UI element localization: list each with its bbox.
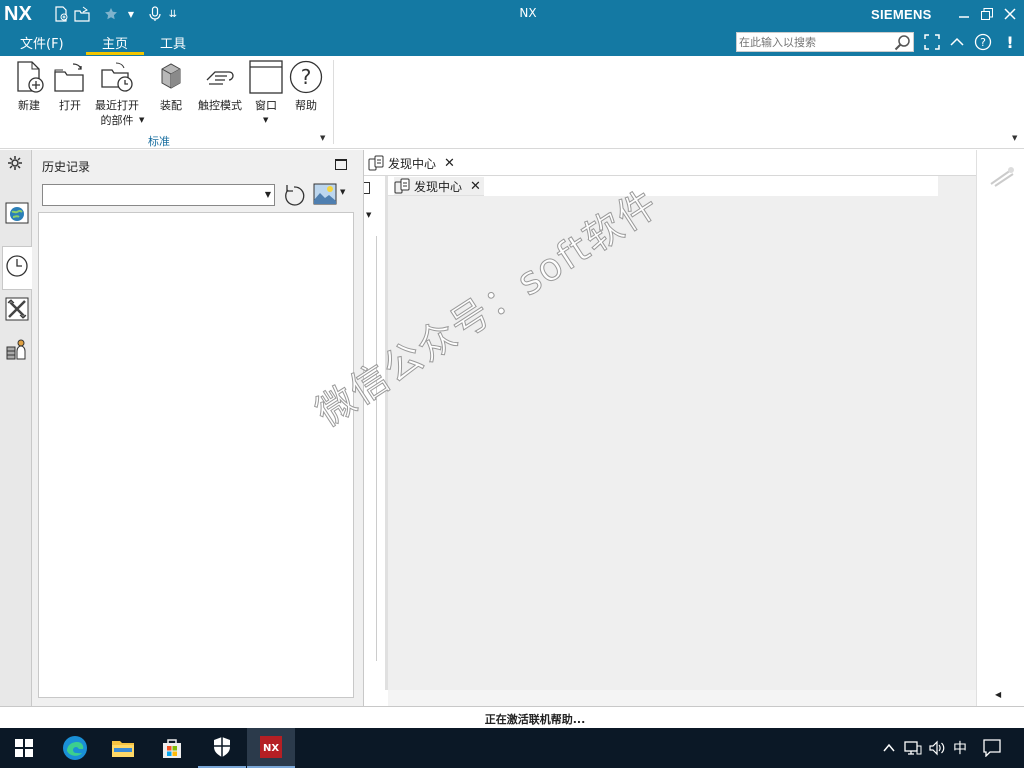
assembly-icon bbox=[161, 63, 181, 89]
search-icon[interactable] bbox=[894, 34, 911, 51]
microsoft-store-icon[interactable] bbox=[148, 728, 196, 768]
discovery-center-icon bbox=[368, 155, 384, 171]
title-bar: NX ▼ ⇊ NX SIEMENS bbox=[0, 0, 1024, 28]
windows-taskbar: NX 中 bbox=[0, 728, 1024, 768]
history-panel-title: 历史记录 bbox=[42, 160, 91, 174]
window-dropdown-icon[interactable]: ▼ bbox=[263, 116, 268, 124]
status-message: 正在激活联机帮助... bbox=[484, 713, 586, 726]
recent-parts-label-1: 最近打开 bbox=[95, 99, 139, 112]
history-list[interactable] bbox=[38, 212, 354, 698]
scroll-left-icon[interactable]: ◀ bbox=[995, 690, 1001, 699]
inner-tab-discovery-center[interactable]: 发现中心 ✕ bbox=[394, 177, 487, 195]
web-browser-icon[interactable] bbox=[4, 200, 30, 226]
recent-parts-button[interactable]: 最近打开 的部件 ▼ bbox=[92, 60, 144, 128]
open-button[interactable]: 打开 bbox=[52, 60, 88, 113]
window-label: 窗口 bbox=[255, 99, 277, 112]
show-hidden-icons-icon[interactable] bbox=[880, 728, 898, 768]
recent-parts-dropdown-icon[interactable]: ▼ bbox=[139, 116, 144, 124]
window-button[interactable]: 窗口 ▼ bbox=[249, 60, 283, 124]
history-clock-icon[interactable] bbox=[4, 253, 30, 279]
inner-left-strip: ▼ bbox=[364, 176, 388, 690]
assembly-label: 装配 bbox=[160, 99, 182, 112]
outer-tab-label: 发现中心 bbox=[388, 156, 437, 171]
edge-browser-icon[interactable] bbox=[51, 728, 99, 768]
ribbon-options-icon[interactable]: ▼ bbox=[1012, 134, 1017, 142]
help-label: 帮助 bbox=[295, 99, 317, 112]
group-options-icon[interactable]: ▼ bbox=[320, 134, 325, 142]
windows-start-icon[interactable] bbox=[0, 728, 48, 768]
new-button[interactable]: 新建 bbox=[12, 60, 46, 113]
close-tab-icon[interactable]: ✕ bbox=[444, 156, 455, 171]
svg-text:?: ? bbox=[301, 65, 312, 89]
touch-mode-button[interactable]: 触控模式 bbox=[196, 60, 244, 113]
ribbon-group-label: 标准 bbox=[148, 135, 170, 148]
help-button[interactable]: ? 帮助 bbox=[289, 60, 323, 113]
tab-tools[interactable]: 工具 bbox=[160, 33, 186, 52]
discovery-center-frame: 发现中心 ✕ bbox=[388, 176, 976, 690]
volume-icon[interactable] bbox=[926, 728, 948, 768]
menu-bar: 文件(F) 主页 工具 ? ! bbox=[0, 28, 1024, 56]
siemens-brand: SIEMENS bbox=[871, 7, 932, 22]
tab-discovery-center[interactable]: 发现中心 ✕ bbox=[368, 152, 455, 174]
touch-mode-icon bbox=[206, 71, 234, 85]
image-view-dropdown-icon[interactable]: ▼ bbox=[340, 188, 345, 196]
inner-tab-label: 发现中心 bbox=[414, 179, 463, 194]
inner-dropdown-icon[interactable]: ▼ bbox=[366, 211, 371, 219]
inner-tab-bar-blank bbox=[484, 176, 938, 196]
tab-file[interactable]: 文件(F) bbox=[20, 33, 64, 52]
svg-text:NX: NX bbox=[263, 743, 279, 754]
touch-mode-label: 触控模式 bbox=[198, 99, 242, 112]
inner-divider bbox=[376, 236, 377, 661]
resource-bar bbox=[0, 150, 32, 706]
help-circle-icon[interactable]: ? bbox=[973, 32, 993, 52]
new-document-icon bbox=[17, 61, 44, 93]
tools-palette-icon[interactable] bbox=[4, 296, 30, 322]
file-explorer-icon[interactable] bbox=[99, 728, 147, 768]
horizontal-scrollbar[interactable] bbox=[388, 690, 1000, 706]
settings-icon[interactable] bbox=[2, 150, 28, 176]
faded-tool-icon bbox=[990, 167, 1014, 187]
active-tab-indicator bbox=[86, 52, 144, 55]
open-button-label: 打开 bbox=[59, 99, 81, 112]
panel-edge-icon bbox=[364, 182, 370, 194]
tab-home[interactable]: 主页 bbox=[102, 33, 128, 52]
close-inner-tab-icon[interactable]: ✕ bbox=[470, 179, 481, 194]
search-input[interactable] bbox=[737, 33, 889, 51]
minimize-icon[interactable] bbox=[954, 4, 974, 24]
roles-icon[interactable] bbox=[4, 336, 30, 362]
svg-text:?: ? bbox=[980, 36, 986, 49]
help-icon: ? bbox=[289, 60, 323, 94]
command-search bbox=[736, 32, 914, 52]
history-filter-combo[interactable]: ▼ bbox=[42, 184, 275, 206]
fullscreen-icon[interactable] bbox=[922, 32, 942, 52]
close-icon[interactable] bbox=[1000, 4, 1020, 24]
discovery-center-icon bbox=[394, 178, 410, 194]
chevron-down-icon[interactable]: ▼ bbox=[265, 190, 271, 199]
open-folder-icon bbox=[54, 63, 84, 92]
ime-indicator[interactable]: 中 bbox=[950, 728, 970, 768]
alert-icon[interactable]: ! bbox=[1000, 32, 1020, 52]
right-edge-strip: ◀ bbox=[976, 150, 1024, 706]
ribbon: 新建 打开 最近打开 的部件 ▼ 装配 触控模式 窗口 ▼ ? 帮助 标准 ▼ … bbox=[0, 56, 1024, 149]
notification-icon[interactable] bbox=[980, 728, 1004, 768]
nx-app-icon[interactable]: NX bbox=[247, 728, 295, 768]
window-icon bbox=[249, 60, 283, 94]
ribbon-group-divider bbox=[333, 60, 334, 144]
recent-parts-icon bbox=[101, 62, 133, 92]
assembly-button[interactable]: 装配 bbox=[154, 60, 188, 113]
restore-icon[interactable] bbox=[977, 4, 997, 24]
network-icon[interactable] bbox=[902, 728, 924, 768]
refresh-icon[interactable] bbox=[282, 183, 306, 207]
graphics-window: 发现中心 ✕ ▼ 发现中心 ✕ ◀ bbox=[364, 150, 1024, 706]
new-button-label: 新建 bbox=[18, 99, 40, 112]
maximize-panel-icon[interactable] bbox=[335, 159, 347, 170]
inner-tab-bar: 发现中心 ✕ bbox=[388, 176, 938, 196]
recent-parts-label-2: 的部件 bbox=[100, 114, 134, 127]
image-view-icon[interactable] bbox=[313, 183, 337, 205]
collapse-ribbon-icon[interactable] bbox=[947, 32, 967, 52]
windows-security-icon[interactable] bbox=[198, 728, 246, 768]
status-bar: 正在激活联机帮助... bbox=[0, 706, 1024, 728]
history-panel: 历史记录 ▼ ▼ bbox=[32, 150, 364, 706]
